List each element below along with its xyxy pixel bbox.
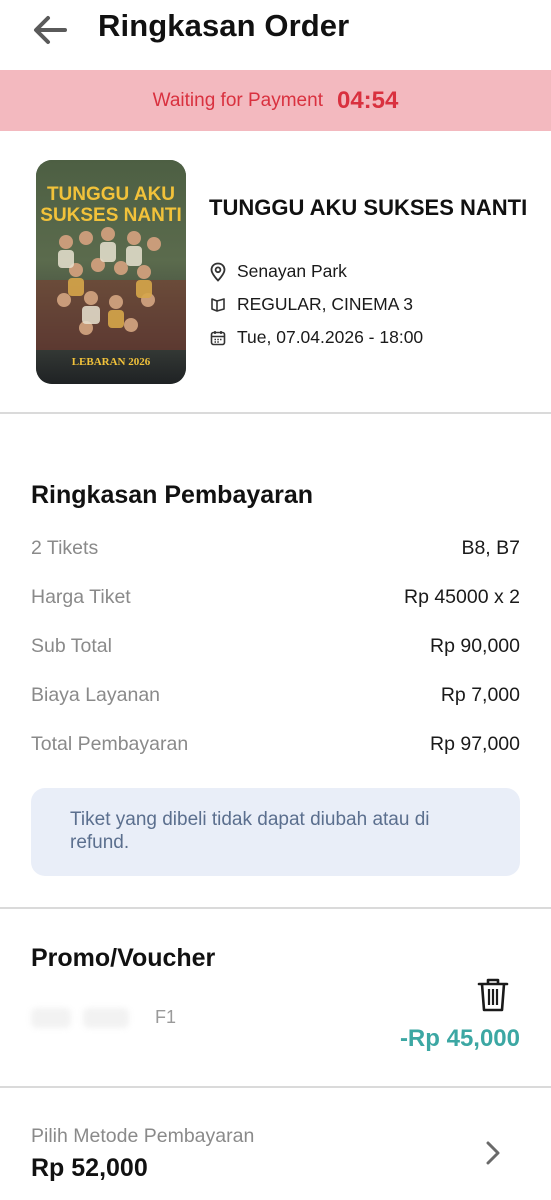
- poster-footer-text: LEBARAN 2026: [72, 356, 151, 368]
- summary-value: Rp 90,000: [430, 635, 520, 657]
- voucher-code-redacted: [31, 1008, 71, 1028]
- voucher-code-tail: F1: [155, 1007, 177, 1027]
- venue-name: Senayan Park: [237, 261, 347, 281]
- summary-row-tickets: 2 Tikets B8, B7: [31, 537, 520, 560]
- divider: [0, 907, 551, 909]
- poster-title-line-1: TUNGGU AKU: [47, 184, 175, 205]
- payment-method-label[interactable]: Pilih Metode Pembayaran: [31, 1125, 254, 1148]
- summary-row-total: Total Pembayaran Rp 97,000: [31, 733, 520, 756]
- summary-label: Biaya Layanan: [31, 684, 161, 706]
- studio-row: REGULAR, CINEMA 3: [209, 294, 413, 315]
- voucher-code-redacted: [83, 1008, 129, 1028]
- payment-total: Rp 52,000: [31, 1154, 148, 1182]
- summary-label: Sub Total: [31, 635, 112, 657]
- voucher-discount: -Rp 45,000: [399, 1025, 520, 1052]
- summary-row-subtotal: Sub Total Rp 90,000: [31, 635, 520, 658]
- studio-name: REGULAR, CINEMA 3: [237, 294, 414, 314]
- summary-row-service-fee: Biaya Layanan Rp 7,000: [31, 684, 520, 707]
- back-button[interactable]: [30, 10, 70, 50]
- payment-timer-banner: Waiting for Payment 04:54: [0, 70, 551, 131]
- movie-poster: TUNGGU AKU SUKSES NANTI LEBARAN 2026: [36, 160, 186, 384]
- venue-row: Senayan Park: [209, 261, 347, 282]
- summary-row-ticket-price: Harga Tiket Rp 45000 x 2: [31, 586, 520, 609]
- timer-label: Waiting for Payment: [152, 89, 323, 111]
- divider: [0, 412, 551, 414]
- summary-label: 2 Tikets: [31, 537, 99, 559]
- summary-value: B8, B7: [461, 537, 520, 559]
- movie-title: TUNGGU AKU SUKSES NANTI: [209, 195, 528, 220]
- voucher-code: F1: [31, 1004, 181, 1034]
- remove-voucher-button[interactable]: [476, 976, 510, 1014]
- cinema-screen-icon: [211, 297, 225, 312]
- page-title: Ringkasan Order: [98, 8, 350, 43]
- chevron-right-icon: [486, 1141, 500, 1165]
- payment-summary-title: Ringkasan Pembayaran: [31, 481, 314, 509]
- choose-payment-method-button[interactable]: [482, 1138, 504, 1168]
- refund-notice: Tiket yang dibeli tidak dapat diubah ata…: [31, 788, 520, 876]
- promo-voucher-title: Promo/Voucher: [31, 944, 216, 972]
- summary-value: Rp 97,000: [430, 733, 520, 755]
- app-header: Ringkasan Order: [0, 0, 551, 70]
- divider: [0, 1086, 551, 1088]
- summary-value: Rp 7,000: [440, 684, 520, 706]
- location-pin-icon: [210, 262, 226, 282]
- trash-icon: [477, 978, 509, 1012]
- timer-countdown: 04:54: [336, 86, 399, 114]
- showtime-row: Tue, 07.04.2026 - 18:00: [209, 327, 423, 348]
- summary-label: Harga Tiket: [31, 586, 131, 608]
- summary-value: Rp 45000 x 2: [403, 586, 520, 608]
- showtime: Tue, 07.04.2026 - 18:00: [237, 327, 424, 347]
- back-arrow-icon: [34, 16, 67, 44]
- summary-label: Total Pembayaran: [31, 733, 189, 755]
- calendar-icon: [210, 330, 226, 345]
- poster-title-line-2: SUKSES NANTI: [40, 205, 181, 226]
